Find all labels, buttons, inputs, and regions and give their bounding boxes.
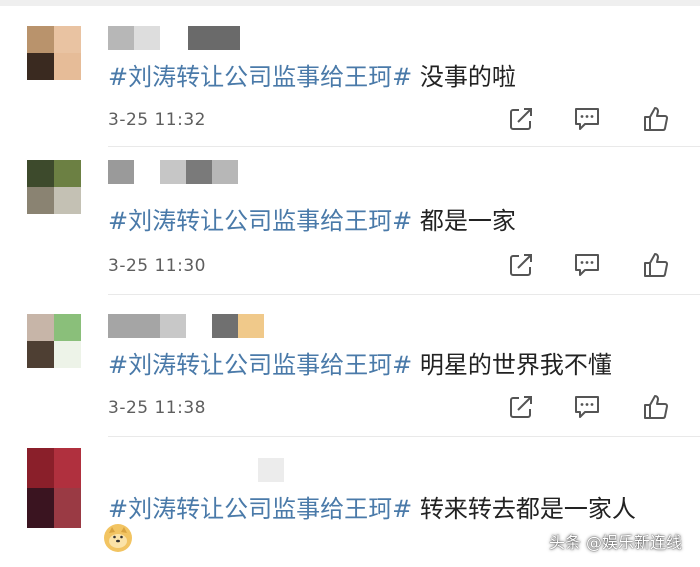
avatar-pixel bbox=[54, 26, 81, 53]
hashtag-link[interactable]: #刘涛转让公司监事给王珂# bbox=[108, 495, 412, 523]
like-button[interactable] bbox=[641, 250, 671, 280]
comment-body: 转来转去都是一家人 bbox=[412, 495, 636, 523]
hashtag-link[interactable]: #刘涛转让公司监事给王珂# bbox=[108, 63, 412, 91]
name-block bbox=[212, 160, 238, 184]
avatar-pixel bbox=[27, 53, 54, 80]
avatar-pixel bbox=[27, 488, 54, 528]
avatar-pixel bbox=[54, 341, 81, 368]
divider bbox=[108, 294, 700, 295]
timestamp: 3-25 11:38 bbox=[108, 398, 206, 418]
hashtag-link[interactable]: #刘涛转让公司监事给王珂# bbox=[108, 351, 412, 379]
avatar-pixel bbox=[27, 341, 54, 368]
watermark: 头条 @娱乐新连线 bbox=[548, 533, 682, 552]
avatar[interactable] bbox=[27, 448, 81, 528]
comment-icon bbox=[575, 108, 599, 130]
thumbs-up-icon bbox=[644, 395, 668, 419]
comment-item: #刘涛转让公司监事给王珂# 没事的啦 3-25 11:32 bbox=[0, 26, 700, 156]
share-icon bbox=[510, 108, 532, 130]
comment-body: 没事的啦 bbox=[412, 63, 516, 91]
hashtag-link[interactable]: #刘涛转让公司监事给王珂# bbox=[108, 207, 412, 235]
avatar-pixel bbox=[54, 160, 81, 187]
comment-button[interactable] bbox=[572, 104, 602, 134]
doge-emoji bbox=[104, 524, 132, 552]
share-icon bbox=[510, 254, 532, 276]
avatar-pixel bbox=[54, 448, 81, 488]
name-block bbox=[238, 314, 264, 338]
avatar-pixel bbox=[27, 314, 54, 341]
thumbs-up-icon bbox=[644, 107, 668, 131]
avatar[interactable] bbox=[27, 314, 81, 368]
repost-button[interactable] bbox=[506, 104, 536, 134]
avatar-pixel bbox=[54, 53, 81, 80]
name-block bbox=[188, 26, 240, 50]
avatar-pixel bbox=[27, 160, 54, 187]
avatar[interactable] bbox=[27, 26, 81, 80]
comment-item: #刘涛转让公司监事给王珂# 都是一家 3-25 11:30 bbox=[0, 160, 700, 300]
like-button[interactable] bbox=[641, 104, 671, 134]
repost-button[interactable] bbox=[506, 250, 536, 280]
name-block bbox=[108, 314, 160, 338]
comment-item: #刘涛转让公司监事给王珂# 明星的世界我不懂 3-25 11:38 bbox=[0, 314, 700, 444]
thumbs-up-icon bbox=[644, 253, 668, 277]
avatar-pixel bbox=[27, 187, 54, 214]
name-block bbox=[258, 458, 284, 482]
comment-text: #刘涛转让公司监事给王珂# 明星的世界我不懂 bbox=[108, 348, 612, 382]
repost-button[interactable] bbox=[506, 392, 536, 422]
avatar-pixel bbox=[27, 26, 54, 53]
comment-button[interactable] bbox=[572, 250, 602, 280]
comment-body: 都是一家 bbox=[412, 207, 516, 235]
name-block bbox=[108, 160, 134, 184]
divider bbox=[108, 436, 700, 437]
comment-text: #刘涛转让公司监事给王珂# 都是一家 bbox=[108, 204, 516, 238]
comment-button[interactable] bbox=[572, 392, 602, 422]
avatar-pixel bbox=[27, 448, 54, 488]
top-strip bbox=[0, 0, 700, 6]
timestamp: 3-25 11:32 bbox=[108, 110, 206, 130]
comment-icon bbox=[575, 254, 599, 276]
comment-icon bbox=[575, 396, 599, 418]
comment-text: #刘涛转让公司监事给王珂# 没事的啦 bbox=[108, 60, 516, 94]
name-block bbox=[160, 160, 186, 184]
comment-text: #刘涛转让公司监事给王珂# 转来转去都是一家人 bbox=[108, 492, 636, 526]
avatar[interactable] bbox=[27, 160, 81, 214]
name-block bbox=[134, 26, 160, 50]
comment-body: 明星的世界我不懂 bbox=[412, 351, 612, 379]
divider bbox=[108, 146, 700, 147]
avatar-pixel bbox=[54, 314, 81, 341]
like-button[interactable] bbox=[641, 392, 671, 422]
name-block bbox=[108, 26, 134, 50]
share-icon bbox=[510, 396, 532, 418]
avatar-pixel bbox=[54, 488, 81, 528]
name-block bbox=[160, 314, 186, 338]
timestamp: 3-25 11:30 bbox=[108, 256, 206, 276]
name-block bbox=[186, 160, 212, 184]
avatar-pixel bbox=[54, 187, 81, 214]
name-block bbox=[212, 314, 238, 338]
